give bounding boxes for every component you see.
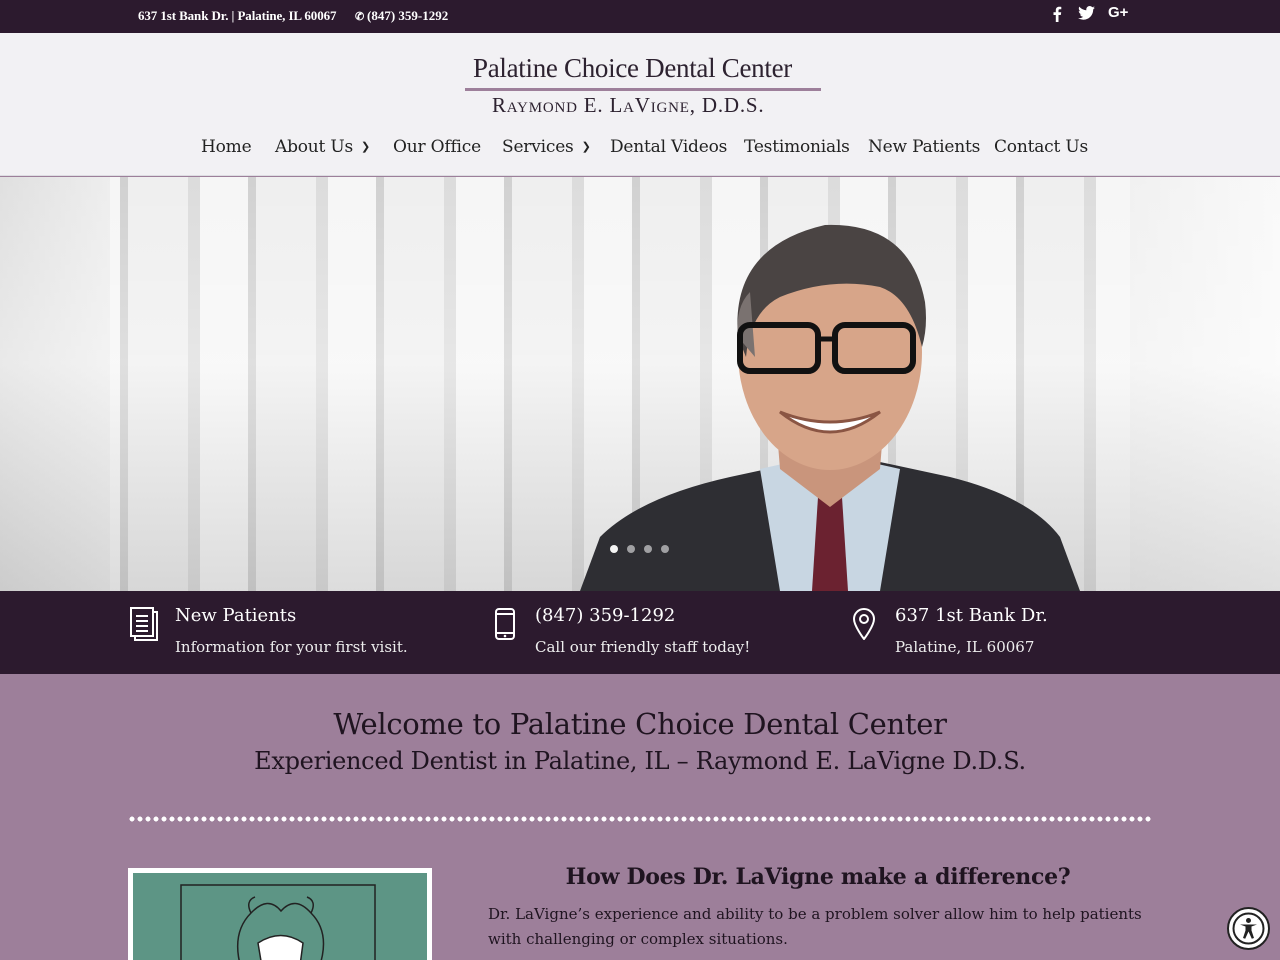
google-plus-icon[interactable]: G+ xyxy=(1108,4,1128,21)
nav-contact-us[interactable]: Contact Us xyxy=(994,137,1088,157)
top-bar: 637 1st Bank Dr. | Palatine, IL 60067 ✆(… xyxy=(0,0,1280,33)
mobile-phone-icon xyxy=(495,608,515,640)
info-location[interactable]: 637 1st Bank Dr. Palatine, IL 60067 xyxy=(852,591,1172,674)
nav-home[interactable]: Home xyxy=(201,137,252,157)
accessibility-icon xyxy=(1232,912,1265,945)
map-pin-icon xyxy=(852,608,876,640)
feature-image-drawing xyxy=(133,873,427,960)
nav-testimonials-label: Testimonials xyxy=(744,137,850,157)
accessibility-button[interactable] xyxy=(1227,907,1270,950)
nav-our-office[interactable]: Our Office xyxy=(393,137,481,157)
hero-slider[interactable] xyxy=(0,177,1280,591)
logo-divider xyxy=(465,88,821,91)
nav-our-office-label: Our Office xyxy=(393,137,481,157)
slider-dot-3[interactable] xyxy=(644,545,652,553)
chevron-down-icon: ❯ xyxy=(361,140,371,153)
nav-new-patients[interactable]: New Patients xyxy=(868,137,980,157)
top-phone-text: (847) 359-1292 xyxy=(367,8,449,23)
nav-dental-videos-label: Dental Videos xyxy=(610,137,728,157)
logo-subtitle: Raymond E. LaVigne, D.D.S. xyxy=(492,93,765,117)
site-logo[interactable]: Palatine Choice Dental Center Raymond E.… xyxy=(465,53,821,123)
welcome-section: Welcome to Palatine Choice Dental Center… xyxy=(0,707,1280,775)
nav-contact-us-label: Contact Us xyxy=(994,137,1088,157)
info-new-patients-title: New Patients xyxy=(175,605,297,626)
top-address: 637 1st Bank Dr. | Palatine, IL 60067 xyxy=(138,8,337,23)
feature-image xyxy=(128,868,432,960)
feature-content: How Does Dr. LaVigne make a difference? … xyxy=(488,864,1148,952)
nav-about-us-label: About Us xyxy=(275,137,354,157)
main-nav: Home About Us ❯ Our Office Services ❯ Dent… xyxy=(0,137,1280,167)
welcome-title: Welcome to Palatine Choice Dental Center xyxy=(333,707,947,741)
logo-title: Palatine Choice Dental Center xyxy=(473,53,792,83)
info-strip: New Patients Information for your first … xyxy=(0,591,1280,674)
slider-dot-4[interactable] xyxy=(661,545,669,553)
info-phone-subtitle: Call our friendly staff today! xyxy=(535,638,751,656)
info-phone[interactable]: (847) 359-1292 Call our friendly staff t… xyxy=(495,591,815,674)
feature-heading: How Does Dr. LaVigne make a difference? xyxy=(565,864,1071,890)
nav-home-label: Home xyxy=(201,137,252,157)
info-phone-title: (847) 359-1292 xyxy=(535,605,676,626)
phone-icon: ✆ xyxy=(355,11,365,23)
nav-dental-videos[interactable]: Dental Videos xyxy=(610,137,727,157)
feature-paragraph: Dr. LaVigne’s experience and ability to … xyxy=(488,905,1142,948)
top-phone-link[interactable]: ✆ (847) 359-1292 xyxy=(355,8,448,24)
site-header: Palatine Choice Dental Center Raymond E.… xyxy=(0,33,1280,176)
nav-testimonials[interactable]: Testimonials xyxy=(744,137,850,157)
slider-dot-1[interactable] xyxy=(610,545,618,553)
facebook-icon[interactable] xyxy=(1052,6,1062,22)
info-location-subtitle: Palatine, IL 60067 xyxy=(895,638,1035,656)
slider-dot-2[interactable] xyxy=(627,545,635,553)
nav-new-patients-label: New Patients xyxy=(868,137,981,157)
info-location-title: 637 1st Bank Dr. xyxy=(895,605,1048,626)
welcome-subtitle: Experienced Dentist in Palatine, IL – Ra… xyxy=(254,747,1026,775)
slider-pagination xyxy=(610,545,669,553)
document-icon xyxy=(130,607,158,641)
nav-services[interactable]: Services ❯ xyxy=(502,137,591,157)
hero-dentist-portrait xyxy=(580,224,1080,591)
nav-services-label: Services xyxy=(502,137,574,157)
info-new-patients[interactable]: New Patients Information for your first … xyxy=(130,591,450,674)
twitter-icon[interactable] xyxy=(1078,6,1095,20)
chevron-down-icon: ❯ xyxy=(581,140,591,153)
info-new-patients-subtitle: Information for your first visit. xyxy=(175,638,408,656)
dotted-divider xyxy=(128,816,1152,822)
nav-about-us[interactable]: About Us ❯ xyxy=(275,137,370,157)
